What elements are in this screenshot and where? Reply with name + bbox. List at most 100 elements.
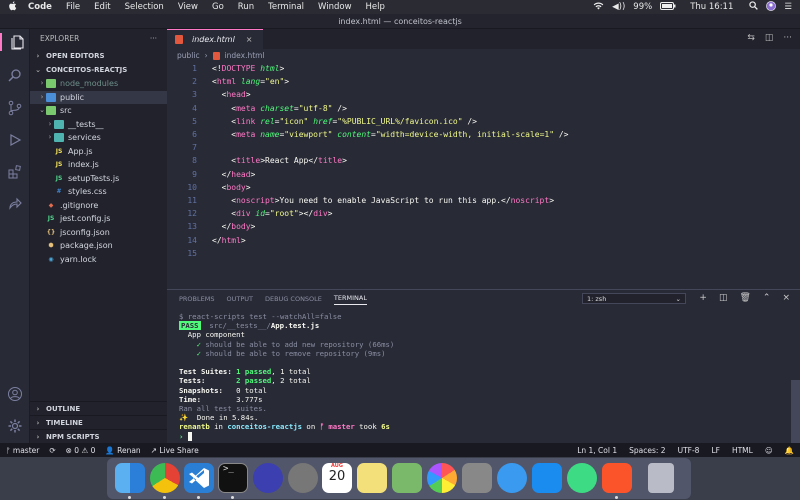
tree-item[interactable]: JS setupTests.js <box>30 172 167 186</box>
menu-run[interactable]: Run <box>238 2 254 12</box>
menu-help[interactable]: Help <box>366 2 385 12</box>
live-share-user[interactable]: 👤 Renan <box>105 446 140 455</box>
tree-item[interactable]: # styles.css <box>30 185 167 199</box>
notes-icon[interactable] <box>357 463 387 493</box>
android-studio-icon[interactable] <box>567 463 597 493</box>
language-mode[interactable]: HTML <box>732 446 753 455</box>
maximize-panel-icon[interactable]: ⌃ <box>763 293 771 303</box>
live-share-button[interactable]: ↗ Live Share <box>151 446 199 455</box>
sync-icon[interactable]: ⟳ <box>49 446 55 455</box>
terminal-icon[interactable]: >_ <box>218 463 248 493</box>
extensions-icon[interactable] <box>6 163 24 181</box>
tab-index-html[interactable]: index.html × <box>167 29 263 49</box>
line-number: 3 <box>192 90 197 100</box>
indentation[interactable]: Spaces: 2 <box>629 446 665 455</box>
npm-scripts-section[interactable]: › NPM SCRIPTS <box>30 429 167 444</box>
tree-item[interactable]: › __tests__ <box>30 118 167 132</box>
run-debug-icon[interactable] <box>6 131 24 149</box>
battery-icon[interactable] <box>660 1 676 13</box>
tab-problems[interactable]: PROBLEMS <box>179 295 214 303</box>
finder-icon[interactable] <box>115 463 145 493</box>
terminal-scrollbar[interactable] <box>791 380 800 444</box>
trash-icon[interactable] <box>648 463 674 493</box>
safari-icon[interactable] <box>497 463 527 493</box>
menu-selection[interactable]: Selection <box>125 2 164 12</box>
breadcrumb-public[interactable]: public <box>177 49 200 62</box>
app-store-icon[interactable] <box>532 463 562 493</box>
code-editor[interactable]: 1 <!DOCTYPE html> 2 <html lang="en"> 3 <head… <box>167 62 800 294</box>
running-indicator <box>163 496 166 499</box>
timeline-section[interactable]: › TIMELINE <box>30 415 167 430</box>
close-panel-icon[interactable]: × <box>782 293 790 303</box>
new-terminal-icon[interactable]: + <box>699 293 707 303</box>
tree-item[interactable]: ◉ yarn.lock <box>30 253 167 267</box>
chrome-icon[interactable] <box>150 463 180 493</box>
spotlight-search-icon[interactable] <box>749 1 759 13</box>
more-actions-icon[interactable]: ··· <box>783 33 792 43</box>
terminal-line: › <box>179 431 394 441</box>
menu-edit[interactable]: Edit <box>94 2 110 12</box>
menu-go[interactable]: Go <box>212 2 224 12</box>
system-preferences-icon[interactable] <box>462 463 492 493</box>
user-avatar-icon[interactable] <box>766 0 777 14</box>
tree-item[interactable]: JS jest.config.js <box>30 212 167 226</box>
clock[interactable]: Thu 16:11 <box>690 2 733 12</box>
split-terminal-icon[interactable]: ◫ <box>719 293 728 303</box>
code-line: <meta name="viewport" content="width=dev… <box>231 130 569 139</box>
tab-debug-console[interactable]: DEBUG CONSOLE <box>265 295 322 303</box>
notifications-icon[interactable]: 🔔 <box>785 446 794 455</box>
menu-view[interactable]: View <box>178 2 198 12</box>
tree-item-label: public <box>60 92 85 102</box>
insomnia-icon[interactable] <box>253 463 283 493</box>
source-control-icon[interactable] <box>6 99 24 117</box>
search-icon[interactable] <box>6 67 24 85</box>
menu-window[interactable]: Window <box>318 2 352 12</box>
menu-terminal[interactable]: Terminal <box>268 2 304 12</box>
volume-icon[interactable]: ◀)) <box>612 2 625 12</box>
tree-item[interactable]: › services <box>30 131 167 145</box>
manage-gear-icon[interactable] <box>6 417 24 435</box>
tree-item[interactable]: › public <box>30 90 167 104</box>
wifi-icon[interactable] <box>593 2 604 13</box>
tree-item[interactable]: ◆ .gitignore <box>30 199 167 213</box>
cursor-position[interactable]: Ln 1, Col 1 <box>577 446 617 455</box>
breadcrumb-index-html[interactable]: index.html <box>225 49 265 62</box>
apple-icon[interactable] <box>8 0 18 14</box>
explorer-icon[interactable] <box>0 33 30 51</box>
tree-item[interactable]: {} jsconfig.json <box>30 226 167 240</box>
open-editors-section[interactable]: › OPEN EDITORS <box>30 49 167 63</box>
tree-item[interactable]: ⬢ package.json <box>30 239 167 253</box>
account-icon[interactable] <box>6 385 24 403</box>
tree-item[interactable]: JS index.js <box>30 158 167 172</box>
outline-section[interactable]: › OUTLINE <box>30 401 167 416</box>
menu-file[interactable]: File <box>66 2 80 12</box>
tab-terminal[interactable]: TERMINAL <box>333 294 367 305</box>
menu-app-name[interactable]: Code <box>28 2 52 12</box>
feedback-icon[interactable]: ☺ <box>765 446 773 455</box>
control-center-icon[interactable]: ☰ <box>784 2 792 12</box>
tab-output[interactable]: OUTPUT <box>226 295 253 303</box>
tree-item[interactable]: › node_modules <box>30 77 167 91</box>
project-section[interactable]: ⌄ CONCEITOS-REACTJS <box>30 63 167 77</box>
git-branch[interactable]: ᚠ master <box>6 446 39 455</box>
photos-icon[interactable] <box>427 463 457 493</box>
close-tab-icon[interactable]: × <box>246 35 253 44</box>
terminal-select[interactable]: 1: zsh ⌄ <box>582 293 686 304</box>
split-editor-icon[interactable]: ◫ <box>765 33 774 43</box>
open-changes-icon[interactable]: ⇆ <box>747 33 755 43</box>
encoding[interactable]: UTF-8 <box>678 446 700 455</box>
kill-terminal-icon[interactable]: 🗑 <box>739 293 750 303</box>
terminal-output[interactable]: $ react-scripts test --watchAll=false PAS… <box>179 312 394 441</box>
tree-item[interactable]: ⌄ src <box>30 104 167 118</box>
live-share-icon[interactable] <box>6 195 24 213</box>
line-number: 6 <box>192 130 197 139</box>
maps-icon[interactable] <box>392 463 422 493</box>
launchpad-icon[interactable] <box>288 463 318 493</box>
problems-count[interactable]: ⊗ 0 ⚠ 0 <box>66 446 96 455</box>
vscode-icon[interactable] <box>184 463 214 493</box>
tree-item[interactable]: JS App.js <box>30 145 167 159</box>
brave-icon[interactable] <box>602 463 632 493</box>
end-of-line[interactable]: LF <box>711 446 720 455</box>
calendar-icon[interactable]: AUG 20 <box>322 463 352 493</box>
explorer-more-actions[interactable]: ··· <box>150 29 157 49</box>
